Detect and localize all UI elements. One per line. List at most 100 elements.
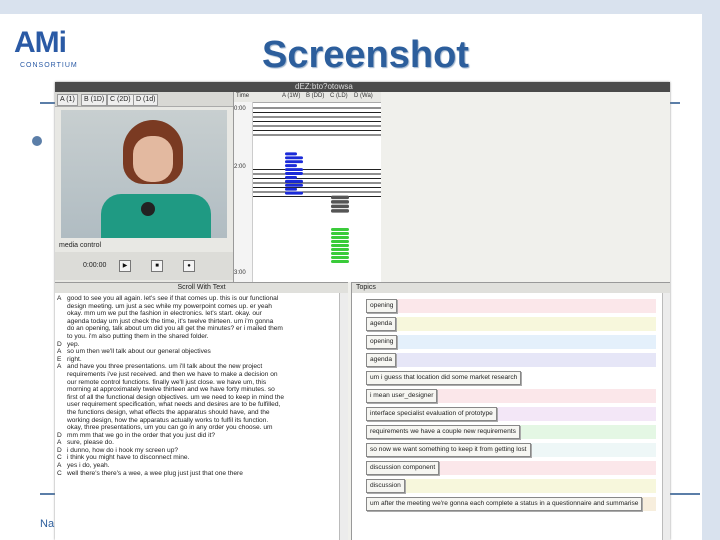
speaker-label: A (57, 462, 62, 470)
timeline-col-a: A (1W) (282, 93, 301, 99)
speaker-label: D (57, 340, 62, 348)
timeline-speech-segment (285, 164, 297, 168)
record-icon[interactable]: ● (183, 260, 195, 272)
slide-right-band (702, 0, 720, 540)
media-control-label: media control (59, 242, 102, 249)
speaker-label: C (57, 469, 62, 477)
topic-segment-button[interactable]: i mean user_designer (366, 389, 438, 403)
transcript-scrollbar[interactable] (339, 293, 348, 540)
transcript-line: our remote control functions. finally we… (57, 379, 339, 387)
topic-segment-button[interactable]: agenda (366, 317, 397, 331)
playback-time: 0:00:00 (83, 262, 107, 269)
topic-segment-button[interactable]: interface specialist evaluation of proto… (366, 407, 497, 421)
tab-camera-a[interactable]: A (1) (57, 94, 78, 106)
transcript-line: do an opening, talk about um did you all… (57, 325, 339, 333)
video-panel: A (1) B (1D) C (2D) D (1d) media control… (55, 92, 233, 282)
speaker-label: A (57, 363, 62, 371)
timeline-speech-segment (331, 244, 349, 247)
utterance-text: i dunno, how do i hook my screen up? (67, 446, 179, 454)
topic-segment-button[interactable]: um after the meeting we're gonna each co… (366, 497, 643, 511)
topics-panel: Topics opening agenda opening agenda um i gu… (351, 282, 670, 540)
video-frame[interactable] (61, 110, 227, 238)
transcript-line: Eright. (57, 356, 339, 364)
speaker-face (133, 136, 173, 182)
timeline-speech-segment (331, 209, 349, 213)
utterance-text: yes i do, yeah. (67, 462, 110, 470)
timeline-speech-segment (285, 172, 303, 175)
tab-camera-c[interactable]: C (2D) (107, 94, 134, 106)
footer-text: Na (40, 518, 55, 530)
topic-row: opening (366, 335, 656, 349)
page-title: Screenshot (262, 34, 469, 76)
transcript-line: Ci think you might have to disconnect mi… (57, 454, 339, 462)
transcript-line: Aand have you three presentations. um i'… (57, 363, 339, 371)
timeline-speech-segment (285, 183, 303, 187)
utterance-text: do an opening, talk about um did you all… (67, 325, 283, 333)
transcript-line: Aso um then we'll talk about our general… (57, 348, 339, 356)
timeline-ruler: 0:00 2:00 3:00 (234, 102, 253, 282)
window-titlebar: dEZ:bto?otowsa (55, 82, 670, 92)
utterance-text: well there's there's a wee, a wee plug j… (67, 469, 243, 477)
utterance-text: our remote control functions. finally we… (67, 378, 267, 386)
utterance-text: working design, how the apparatus actual… (67, 416, 269, 424)
timeline-speech-segment (331, 204, 349, 209)
topics-title: Topics (352, 283, 670, 293)
timeline-speech-segment (285, 187, 297, 191)
utterance-text: i think you might have to disconnect min… (67, 454, 190, 462)
timeline-speech-segment (285, 160, 303, 164)
timeline-speech-segment (285, 175, 297, 179)
utterance-text: to you. i'm also putting them in the sha… (67, 332, 209, 340)
utterance-text: mm mm that we go in the order that you j… (67, 431, 216, 439)
transcript-line: Agood to see you all again. let's see if… (57, 295, 339, 303)
tab-camera-d[interactable]: D (1d) (133, 94, 159, 106)
transcript-line: to you. i'm also putting them in the sha… (57, 333, 339, 341)
timeline-speech-segment (331, 236, 349, 239)
speaker-label: A (57, 439, 62, 447)
utterance-text: okay. mm um we put the fashion in electr… (67, 310, 262, 318)
timeline-tick: 3:00 (234, 270, 246, 276)
utterance-text: good to see you all again. let's see if … (67, 295, 279, 302)
transcript-line: okay. mm um we put the fashion in electr… (57, 310, 339, 318)
utterance-text: agenda today um just check the time, it'… (67, 317, 274, 325)
topic-row: requirements we have a couple new requir… (366, 425, 656, 439)
utterance-text: first of all the functional design objec… (67, 393, 284, 401)
utterance-text: right. (67, 355, 82, 363)
transcript-body[interactable]: Agood to see you all again. let's see if… (57, 295, 339, 539)
timeline-tick: 0:00 (234, 106, 246, 112)
topic-segment-button[interactable]: discussion component (366, 461, 440, 475)
timeline-speech-segment (331, 228, 349, 231)
topic-segment-button[interactable]: requirements we have a couple new requir… (366, 425, 520, 439)
transcript-line: Asure, please do. (57, 439, 339, 447)
speaker-label: D (57, 431, 62, 439)
transcript-title: Scroll With Text (55, 283, 348, 293)
topic-row: um i guess that location did some market… (366, 371, 656, 385)
utterance-text: requirements i've just received. and the… (67, 370, 278, 378)
topic-segment-button[interactable]: opening (366, 335, 398, 349)
topic-segment-button[interactable]: discussion (366, 479, 405, 493)
transcript-panel: Scroll With Text Agood to see you all ag… (55, 282, 348, 540)
topic-segment-button[interactable]: agenda (366, 353, 397, 367)
transcript-line: Ayes i do, yeah. (57, 462, 339, 470)
tab-camera-b[interactable]: B (1D) (81, 94, 108, 106)
topic-segment-button[interactable]: so now we want something to keep it from… (366, 443, 531, 457)
media-control-bar: 0:00:00 ▶ ■ ● (55, 252, 233, 280)
utterance-text: so um then we'll talk about our general … (67, 348, 211, 356)
utterance-text: okay, three presentations, um you can go… (67, 424, 273, 432)
topic-row: discussion component (366, 461, 656, 475)
timeline-speech-segment (331, 252, 349, 255)
transcript-line: Di dunno, how do i hook my screen up? (57, 447, 339, 455)
play-icon[interactable]: ▶ (119, 260, 131, 272)
timeline-panel[interactable]: Time A (1W) B (DD) C (LD) D (Wa) 0:00 2:… (233, 92, 381, 282)
stop-icon[interactable]: ■ (151, 260, 163, 272)
microphone-icon (141, 202, 155, 216)
speaker-label: E (57, 355, 62, 363)
timeline-col-c: C (LD) (330, 93, 348, 99)
video-tabs: A (1) B (1D) C (2D) D (1d) (55, 92, 233, 107)
utterance-text: design meeting. um just a sec while my p… (67, 302, 272, 310)
topic-segment-button[interactable]: opening (366, 299, 398, 313)
topic-row: opening (366, 299, 656, 313)
topic-segment-button[interactable]: um i guess that location did some market… (366, 371, 522, 385)
topics-scrollbar[interactable] (662, 293, 670, 540)
topic-row: so now we want something to keep it from… (366, 443, 656, 457)
timeline-speech-segment (285, 168, 303, 172)
